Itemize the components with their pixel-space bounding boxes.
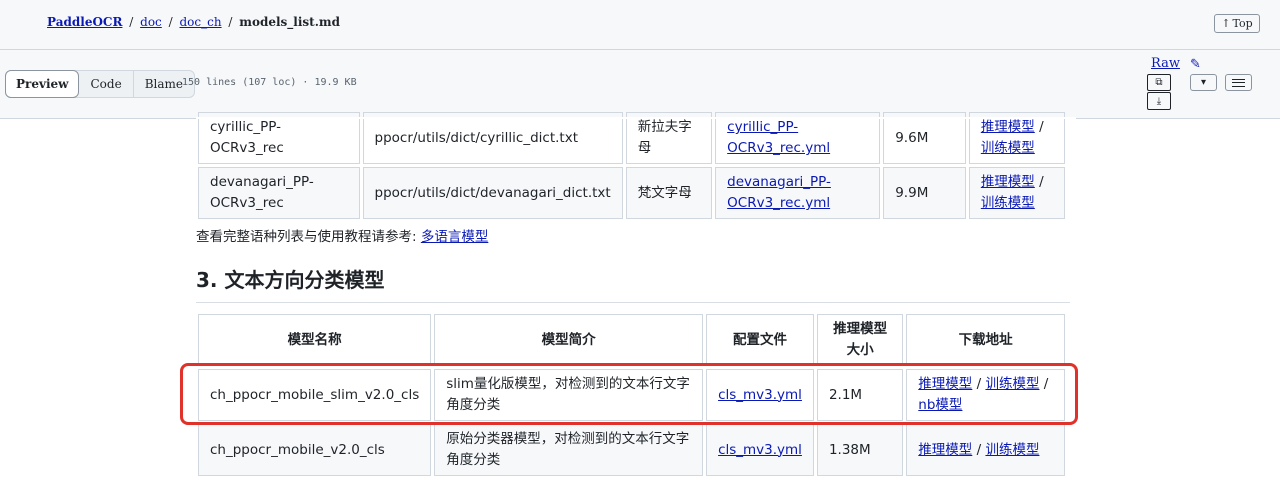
multilingual-models-link[interactable]: 多语言模型 (421, 229, 489, 245)
back-to-top-button[interactable]: ↑ Top (1214, 14, 1260, 33)
back-to-top-label: Top (1232, 17, 1253, 30)
breadcrumb-separator: / (129, 15, 134, 29)
tab-preview[interactable]: Preview (5, 70, 80, 98)
copy-raw-button[interactable]: ⧉ (1147, 74, 1171, 91)
config-cell: devanagari_PP-OCRv3_rec.yml (715, 167, 881, 219)
multilingual-note: 查看完整语种列表与使用教程请参考: 多语言模型 (196, 225, 488, 245)
config-link[interactable]: cyrillic_PP-OCRv3_rec.yml (727, 119, 830, 156)
column-header: 推理模型大小 (816, 314, 904, 366)
column-header: 模型简介 (434, 314, 704, 366)
language-cell: 新拉夫字母 (625, 112, 713, 164)
table-row: devanagari_PP-OCRv3_rec ppocr/utils/dict… (198, 167, 1065, 219)
view-mode-segmented-control: Preview Code Blame (5, 70, 195, 98)
arrow-up-icon: ↑ (1221, 17, 1231, 30)
breadcrumb-current-file: models_list.md (239, 15, 340, 29)
more-options-dropdown-button[interactable]: ▾ (1190, 74, 1217, 91)
breadcrumb-bar: PaddleOCR / doc / doc_ch / models_list.m… (0, 0, 1280, 50)
section-heading: 3. 文本方向分类模型 (196, 264, 1070, 303)
column-header: 下载地址 (906, 314, 1065, 366)
column-header: 模型名称 (198, 314, 432, 366)
size-cell: 9.9M (883, 167, 966, 219)
dict-path-cell: ppocr/utils/dict/devanagari_dict.txt (362, 167, 623, 219)
model-name-cell: ch_ppocr_mobile_v2.0_cls (198, 424, 432, 476)
breadcrumb-doc-ch-link[interactable]: doc_ch (179, 15, 221, 29)
breadcrumb-repo-link[interactable]: PaddleOCR (47, 15, 122, 29)
table-row: ch_ppocr_mobile_v2.0_cls 原始分类器模型，对检测到的文本… (198, 424, 1065, 476)
link-separator: / (1039, 119, 1044, 135)
config-link[interactable]: devanagari_PP-OCRv3_rec.yml (727, 174, 831, 211)
column-header: 配置文件 (706, 314, 814, 366)
copy-icon: ⧉ (1155, 77, 1163, 88)
download-cell: 推理模型 / 训练模型 (968, 167, 1065, 219)
link-separator: / (976, 441, 982, 458)
download-cell: 推理模型 / 训练模型 (906, 424, 1065, 476)
scroll-clip (196, 117, 1076, 119)
breadcrumb-separator: / (168, 15, 173, 29)
download-cell: 推理模型 / 训练模型 (968, 112, 1065, 164)
table-header-row: 模型名称 模型简介 配置文件 推理模型大小 下载地址 (198, 314, 1065, 366)
file-info: 150 lines (107 loc) · 19.9 KB (182, 77, 357, 88)
language-cell: 梵文字母 (625, 167, 713, 219)
download-raw-button[interactable]: ⤓ (1147, 92, 1171, 110)
config-link[interactable]: cls_mv3.yml (718, 442, 802, 458)
train-model-link[interactable]: 训练模型 (981, 195, 1035, 211)
download-icon: ⤓ (1156, 95, 1162, 107)
edit-pencil-icon[interactable]: ✎ (1190, 57, 1201, 72)
config-cell: cyrillic_PP-OCRv3_rec.yml (715, 112, 881, 164)
model-description-cell: 原始分类器模型，对检测到的文本行文字角度分类 (434, 424, 704, 476)
outline-button[interactable] (1225, 74, 1252, 91)
inference-model-link[interactable]: 推理模型 (981, 174, 1035, 190)
chevron-down-icon: ▾ (1200, 77, 1207, 88)
breadcrumb-separator: / (228, 15, 233, 29)
size-cell: 9.6M (883, 112, 966, 164)
note-text: 查看完整语种列表与使用教程请参考: (196, 229, 421, 245)
raw-link[interactable]: Raw (1151, 56, 1180, 71)
inference-model-link[interactable]: 推理模型 (981, 119, 1035, 135)
list-icon (1232, 78, 1245, 87)
inference-model-link[interactable]: 推理模型 (918, 442, 972, 458)
breadcrumb: PaddleOCR / doc / doc_ch / models_list.m… (47, 15, 340, 29)
breadcrumb-doc-link[interactable]: doc (140, 15, 162, 29)
table-row: cyrillic_PP-OCRv3_rec ppocr/utils/dict/c… (198, 112, 1065, 164)
language-models-table: cyrillic_PP-OCRv3_rec ppocr/utils/dict/c… (195, 109, 1068, 222)
tab-code[interactable]: Code (79, 71, 134, 97)
dict-path-cell: ppocr/utils/dict/cyrillic_dict.txt (362, 112, 623, 164)
config-cell: cls_mv3.yml (706, 424, 814, 476)
train-model-link[interactable]: 训练模型 (985, 442, 1039, 458)
highlight-box (180, 363, 1078, 425)
train-model-link[interactable]: 训练模型 (981, 140, 1035, 156)
model-name-cell: devanagari_PP-OCRv3_rec (198, 167, 360, 219)
size-cell: 1.38M (816, 424, 904, 476)
model-name-cell: cyrillic_PP-OCRv3_rec (198, 112, 360, 164)
link-separator: / (1039, 174, 1044, 190)
